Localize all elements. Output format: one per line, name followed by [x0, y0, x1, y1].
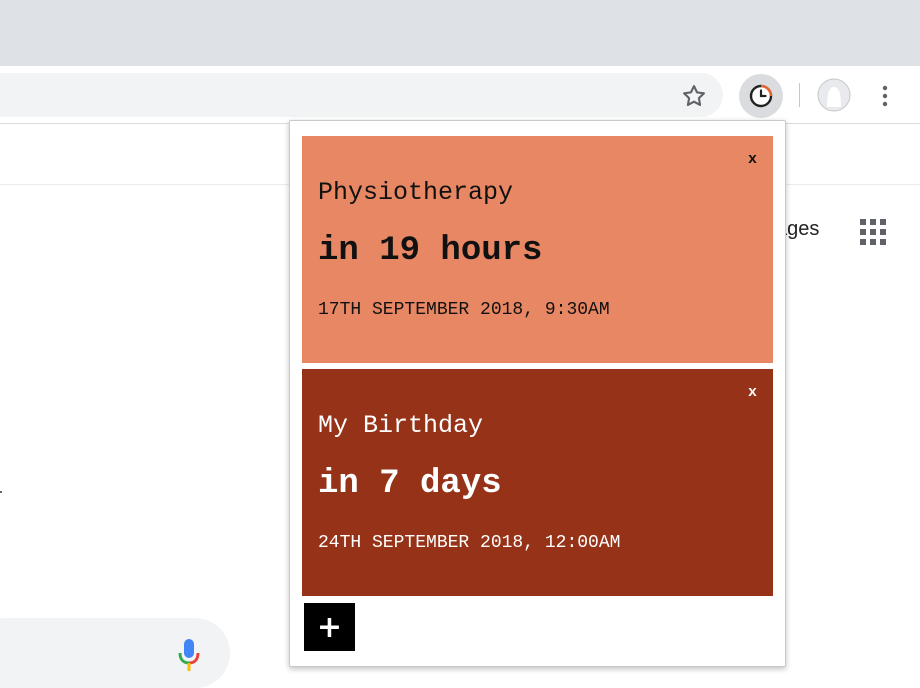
event-relative-time: in 7 days [318, 465, 502, 503]
extension-button[interactable] [739, 74, 783, 118]
extension-popup: x Physiotherapy in 19 hours 17TH SEPTEMB… [289, 120, 786, 667]
microphone-icon[interactable] [175, 637, 203, 673]
event-relative-time: in 19 hours [318, 232, 543, 270]
tab-strip [0, 0, 920, 66]
apps-grid-icon[interactable] [859, 218, 887, 246]
event-title: My Birthday [318, 411, 484, 440]
address-bar[interactable] [0, 73, 723, 117]
event-title: Physiotherapy [318, 178, 514, 207]
more-vert-icon[interactable] [875, 82, 895, 110]
page-mark [0, 491, 2, 493]
star-icon[interactable] [680, 82, 708, 110]
toolbar-separator [799, 83, 800, 107]
event-date: 17TH SEPTEMBER 2018, 9:30AM [318, 300, 610, 320]
browser-toolbar [0, 66, 920, 124]
event-date: 24TH SEPTEMBER 2018, 12:00AM [318, 533, 621, 553]
countdown-card: x My Birthday in 7 days 24TH SEPTEMBER 2… [302, 369, 773, 596]
profile-avatar-icon[interactable] [817, 78, 851, 112]
add-event-button[interactable]: + [304, 603, 355, 651]
close-card-button[interactable]: x [748, 151, 757, 168]
countdown-card: x Physiotherapy in 19 hours 17TH SEPTEMB… [302, 136, 773, 363]
close-card-button[interactable]: x [748, 384, 757, 401]
clock-icon [749, 84, 773, 108]
